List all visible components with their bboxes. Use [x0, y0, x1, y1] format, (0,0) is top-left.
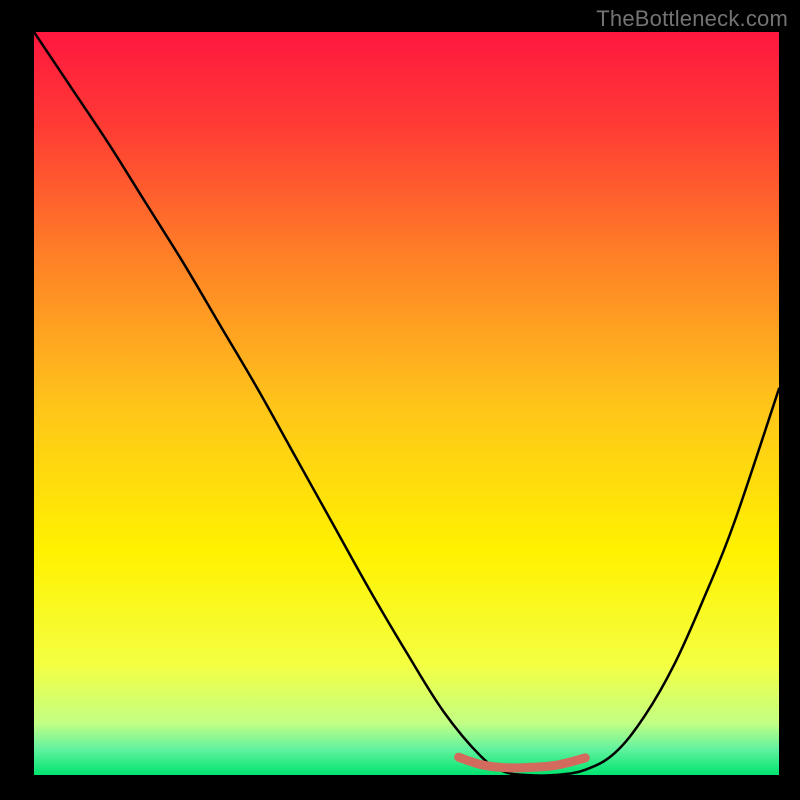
bottleneck-chart — [0, 0, 800, 800]
watermark-text: TheBottleneck.com — [596, 6, 788, 32]
plot-background — [34, 32, 779, 775]
chart-stage: TheBottleneck.com — [0, 0, 800, 800]
